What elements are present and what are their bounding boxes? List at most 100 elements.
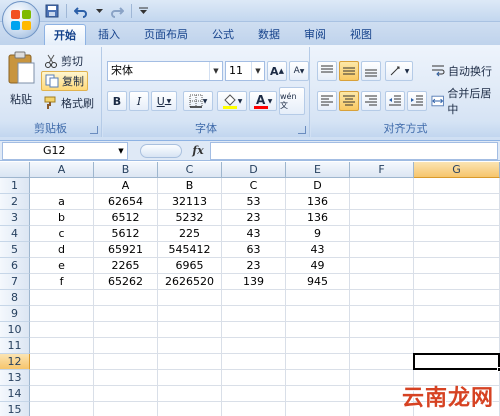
cell-b1[interactable]: A (94, 178, 158, 194)
cell-b8[interactable] (94, 290, 158, 306)
orientation-button[interactable]: ▼ (385, 61, 413, 81)
cell-e9[interactable] (286, 306, 350, 322)
cell-f3[interactable] (350, 210, 414, 226)
cell-e5[interactable]: 43 (286, 242, 350, 258)
cell-g6[interactable] (414, 258, 500, 274)
row-header-12[interactable]: 12 (0, 354, 30, 370)
borders-button[interactable]: ▼ (183, 91, 213, 111)
cell-c5[interactable]: 545412 (158, 242, 222, 258)
cell-e13[interactable] (286, 370, 350, 386)
copy-button[interactable]: 复制 (41, 71, 88, 91)
cell-a5[interactable]: d (30, 242, 94, 258)
worksheet-grid[interactable]: A B C D E F G 1 A B C D 2 a 62654 32113 53 136 3 b 6512 5232 2… (0, 162, 500, 416)
cell-a14[interactable] (30, 386, 94, 402)
cell-g2[interactable] (414, 194, 500, 210)
select-all-button[interactable] (0, 162, 30, 178)
align-center-button[interactable] (339, 91, 359, 111)
cell-f10[interactable] (350, 322, 414, 338)
tab-formulas[interactable]: 公式 (204, 24, 242, 45)
cell-b15[interactable] (94, 402, 158, 416)
cell-d8[interactable] (222, 290, 286, 306)
cell-d2[interactable]: 53 (222, 194, 286, 210)
cell-d9[interactable] (222, 306, 286, 322)
align-left-button[interactable] (317, 91, 337, 111)
cell-a7[interactable]: f (30, 274, 94, 290)
cell-c11[interactable] (158, 338, 222, 354)
cell-c2[interactable]: 32113 (158, 194, 222, 210)
cell-c6[interactable]: 6965 (158, 258, 222, 274)
paste-button[interactable]: 粘贴 (4, 51, 38, 117)
cell-a15[interactable] (30, 402, 94, 416)
shrink-font-button[interactable]: A ▼ (289, 61, 309, 81)
cell-e14[interactable] (286, 386, 350, 402)
cell-a3[interactable]: b (30, 210, 94, 226)
cell-g9[interactable] (414, 306, 500, 322)
formula-input[interactable] (210, 142, 498, 160)
increase-indent-button[interactable] (407, 91, 427, 111)
formula-bar-resize-handle[interactable] (140, 144, 182, 158)
undo-icon[interactable] (73, 3, 89, 19)
cell-b3[interactable]: 6512 (94, 210, 158, 226)
font-size-combo[interactable]: 11 ▼ (225, 61, 265, 81)
cell-c14[interactable] (158, 386, 222, 402)
column-header-b[interactable]: B (94, 162, 158, 178)
row-header-13[interactable]: 13 (0, 370, 30, 386)
cell-g10[interactable] (414, 322, 500, 338)
column-header-a[interactable]: A (30, 162, 94, 178)
cell-e7[interactable]: 945 (286, 274, 350, 290)
cell-f7[interactable] (350, 274, 414, 290)
name-box[interactable]: G12 ▼ (2, 142, 128, 160)
chevron-down-icon[interactable]: ▼ (115, 143, 127, 159)
insert-function-icon[interactable]: fx (190, 143, 206, 159)
row-header-7[interactable]: 7 (0, 274, 30, 290)
cell-a8[interactable] (30, 290, 94, 306)
cell-e4[interactable]: 9 (286, 226, 350, 242)
cell-b11[interactable] (94, 338, 158, 354)
row-header-15[interactable]: 15 (0, 402, 30, 416)
cell-g8[interactable] (414, 290, 500, 306)
cell-e6[interactable]: 49 (286, 258, 350, 274)
cell-a11[interactable] (30, 338, 94, 354)
row-header-3[interactable]: 3 (0, 210, 30, 226)
row-header-14[interactable]: 14 (0, 386, 30, 402)
cell-c8[interactable] (158, 290, 222, 306)
tab-data[interactable]: 数据 (250, 24, 288, 45)
column-header-g[interactable]: G (414, 162, 500, 178)
cell-g1[interactable] (414, 178, 500, 194)
font-name-combo[interactable]: 宋体 ▼ (107, 61, 223, 81)
cell-a1[interactable] (30, 178, 94, 194)
row-header-2[interactable]: 2 (0, 194, 30, 210)
cell-d4[interactable]: 43 (222, 226, 286, 242)
cell-d3[interactable]: 23 (222, 210, 286, 226)
cell-a2[interactable]: a (30, 194, 94, 210)
cell-g11[interactable] (414, 338, 500, 354)
row-header-6[interactable]: 6 (0, 258, 30, 274)
fill-color-button[interactable]: ▼ (217, 91, 247, 111)
cell-f9[interactable] (350, 306, 414, 322)
font-color-button[interactable]: A ▼ (249, 91, 277, 111)
cell-a4[interactable]: c (30, 226, 94, 242)
cell-f11[interactable] (350, 338, 414, 354)
cell-e1[interactable]: D (286, 178, 350, 194)
chevron-down-icon[interactable]: ▼ (209, 62, 222, 80)
cell-d7[interactable]: 139 (222, 274, 286, 290)
cell-c1[interactable]: B (158, 178, 222, 194)
cell-d13[interactable] (222, 370, 286, 386)
cell-a9[interactable] (30, 306, 94, 322)
save-icon[interactable] (44, 3, 60, 19)
cell-c13[interactable] (158, 370, 222, 386)
cell-b5[interactable]: 65921 (94, 242, 158, 258)
cell-e8[interactable] (286, 290, 350, 306)
cell-d12[interactable] (222, 354, 286, 370)
cell-f12[interactable] (350, 354, 414, 370)
cell-f2[interactable] (350, 194, 414, 210)
cell-g7[interactable] (414, 274, 500, 290)
cell-g3[interactable] (414, 210, 500, 226)
row-header-11[interactable]: 11 (0, 338, 30, 354)
clipboard-launcher-icon[interactable] (90, 126, 98, 134)
cell-g4[interactable] (414, 226, 500, 242)
format-painter-button[interactable]: 格式刷 (44, 93, 94, 113)
cell-b7[interactable]: 65262 (94, 274, 158, 290)
cell-c10[interactable] (158, 322, 222, 338)
tab-view[interactable]: 视图 (342, 24, 380, 45)
